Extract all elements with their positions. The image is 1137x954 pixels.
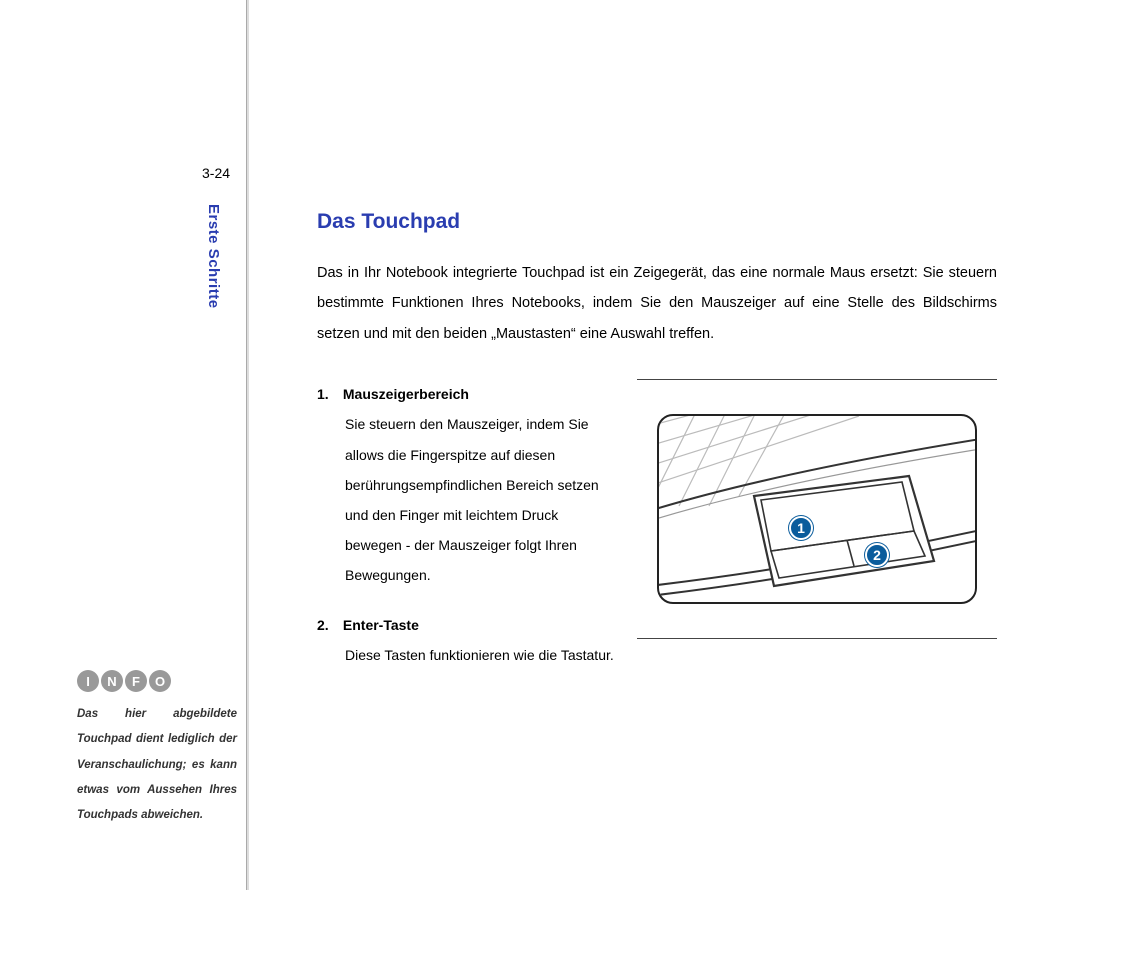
- list-number: 1.: [317, 379, 339, 409]
- manual-page: 3-24 Erste Schritte I N F O Das hier abg…: [0, 0, 1137, 954]
- content-area: Das Touchpad Das in Ihr Notebook integri…: [317, 210, 997, 690]
- list-item: 2. Enter-Taste Diese Tasten funktioniere…: [317, 610, 617, 670]
- figure-column: 1 2: [637, 379, 997, 639]
- info-icon-o: O: [149, 670, 171, 692]
- body-row: 1. Mauszeigerbereich Sie steuern den Mau…: [317, 379, 997, 690]
- list-column: 1. Mauszeigerbereich Sie steuern den Mau…: [317, 379, 617, 690]
- vertical-rule: [246, 0, 249, 890]
- info-icon-n: N: [101, 670, 123, 692]
- info-icons: I N F O: [77, 670, 237, 692]
- list-title: Enter-Taste: [343, 617, 419, 633]
- info-icon-f: F: [125, 670, 147, 692]
- list-title: Mauszeigerbereich: [343, 386, 469, 402]
- info-text: Das hier abgebildete Touchpad dient ledi…: [77, 702, 237, 828]
- laptop-touchpad-svg: [659, 416, 977, 604]
- list-description: Sie steuern den Mauszeiger, indem Sie al…: [317, 409, 617, 590]
- section-label: Erste Schritte: [205, 204, 222, 309]
- list-number: 2.: [317, 610, 339, 640]
- info-block: I N F O Das hier abgebildete Touchpad di…: [77, 670, 237, 828]
- list-description: Diese Tasten funktionieren wie die Tasta…: [317, 640, 617, 670]
- figure-divider-top: [637, 379, 997, 380]
- intro-paragraph: Das in Ihr Notebook integrierte Touchpad…: [317, 258, 997, 349]
- info-icon-i: I: [77, 670, 99, 692]
- page-number: 3-24: [202, 165, 230, 181]
- touchpad-illustration: 1 2: [657, 414, 977, 604]
- figure-divider-bottom: [637, 638, 997, 639]
- page-title: Das Touchpad: [317, 210, 997, 234]
- list-item: 1. Mauszeigerbereich Sie steuern den Mau…: [317, 379, 617, 590]
